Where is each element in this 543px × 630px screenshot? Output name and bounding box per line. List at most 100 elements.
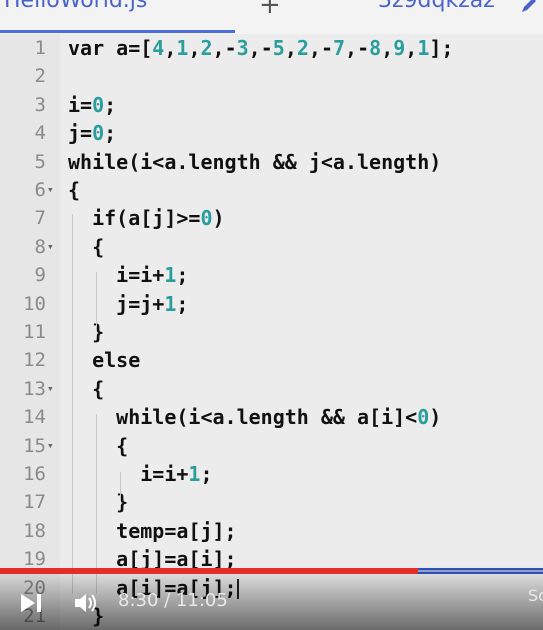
code-token: j=: [68, 121, 93, 146]
play-pause-icon[interactable]: [18, 590, 44, 616]
code-text: if(a[j]>=0): [68, 204, 225, 232]
code-token: }: [68, 320, 105, 344]
code-text: {: [68, 176, 80, 204]
code-text: var a=[4,1,2,-3,-5,2,-7,-8,9,1];: [68, 34, 453, 62]
code-token: {: [68, 433, 129, 458]
code-line[interactable]: 10 j=j+1;: [0, 290, 543, 318]
code-token: var a=[: [68, 36, 153, 60]
code-text: i=i+1;: [68, 261, 188, 289]
fold-toggle-icon[interactable]: ▾: [47, 233, 54, 261]
pencil-icon[interactable]: [518, 0, 540, 16]
code-token: ,: [188, 36, 201, 60]
line-number: 15: [23, 434, 46, 457]
tab-helloworld[interactable]: HelloWorld.js: [0, 0, 235, 33]
code-line[interactable]: 2: [0, 62, 543, 90]
line-number: 7: [34, 207, 46, 230]
code-token: ,: [284, 36, 297, 60]
fold-toggle-icon[interactable]: ▾: [47, 375, 54, 403]
code-token: ,: [405, 36, 418, 60]
code-token: ,-: [248, 36, 273, 60]
time-display: 8:30 / 11:05: [118, 590, 228, 611]
tab-label: HelloWorld.js: [4, 0, 148, 13]
code-token: ,: [381, 36, 394, 60]
line-number: 3: [34, 93, 46, 116]
line-number: 4: [34, 122, 46, 145]
code-line[interactable]: 3 i=0;: [0, 91, 543, 119]
code-line[interactable]: 7 if(a[j]>=0): [0, 204, 543, 232]
code-line[interactable]: 11 }: [0, 318, 543, 346]
number-literal: 0: [92, 121, 105, 146]
number-literal: 0: [417, 405, 430, 430]
code-token: ;: [176, 291, 189, 316]
code-token: ): [212, 206, 225, 231]
fold-toggle-icon[interactable]: ▾: [47, 432, 54, 460]
number-literal: 1: [188, 462, 201, 486]
code-line[interactable]: 4 j=0;: [0, 119, 543, 147]
tab-bar: HelloWorld.js + 3z9dqkzaz: [0, 0, 543, 34]
code-text: {: [68, 432, 128, 460]
line-number: 2: [34, 65, 46, 88]
code-text: temp=a[j];: [68, 517, 236, 545]
code-token: ];: [429, 36, 454, 60]
code-token: i=: [68, 92, 93, 117]
code-line[interactable]: 6 ▾ {: [0, 176, 543, 204]
code-token: ,-: [308, 36, 333, 60]
number-literal: 2: [296, 36, 309, 60]
volume-icon[interactable]: [72, 590, 100, 616]
code-line[interactable]: 17 }: [0, 488, 543, 516]
code-token: ,: [164, 36, 177, 60]
code-line[interactable]: 15 ▾ {: [0, 432, 543, 460]
code-text: i=0;: [68, 91, 116, 119]
code-text: j=0;: [68, 119, 116, 147]
code-text: {: [68, 375, 104, 403]
code-token: while(i<a.length && a[i]<: [68, 405, 418, 430]
number-literal: 0: [92, 92, 105, 117]
code-token: ;: [176, 263, 189, 288]
code-line[interactable]: 1 var a=[4,1,2,-3,-5,2,-7,-8,9,1];: [0, 34, 543, 62]
code-line[interactable]: 18 temp=a[j];: [0, 517, 543, 545]
code-line[interactable]: 13 ▾ {: [0, 375, 543, 403]
code-token: if(a[j]>=: [68, 206, 201, 231]
code-line[interactable]: 9 i=i+1;: [0, 261, 543, 289]
code-text: }: [68, 318, 104, 346]
progress-fill: [0, 568, 419, 574]
number-literal: 5: [272, 36, 285, 60]
code-line[interactable]: 16 i=i+1;: [0, 460, 543, 488]
line-number: 8: [34, 235, 46, 258]
line-number: 17: [23, 491, 46, 514]
code-token: ;: [104, 92, 117, 117]
code-line[interactable]: 12 else: [0, 346, 543, 374]
line-number: 10: [23, 292, 46, 315]
number-literal: 1: [164, 291, 177, 316]
fold-toggle-icon[interactable]: ▾: [47, 176, 54, 204]
code-text: i=i+1;: [68, 460, 212, 488]
share-id-link[interactable]: 3z9dqkzaz: [378, 0, 495, 13]
number-literal: 3: [236, 36, 249, 60]
code-token: i=i+: [68, 462, 189, 486]
code-text: {: [68, 233, 104, 261]
new-tab-button[interactable]: +: [259, 0, 281, 20]
code-token: i=i+: [68, 263, 165, 288]
line-number: 13: [23, 377, 46, 400]
code-line[interactable]: 8 ▾ {: [0, 233, 543, 261]
code-line[interactable]: 14 while(i<a.length && a[i]<0): [0, 403, 543, 431]
indent-guide: [120, 472, 121, 500]
code-token: ,-: [345, 36, 370, 60]
indent-guide: [96, 272, 97, 328]
number-literal: 2: [200, 36, 213, 60]
number-literal: 0: [200, 206, 213, 231]
code-line[interactable]: 5 while(i<a.length && j<a.length): [0, 148, 543, 176]
number-literal: 4: [152, 36, 165, 60]
code-editor[interactable]: 1 var a=[4,1,2,-3,-5,2,-7,-8,9,1]; 2 3 i=0; 4…: [0, 34, 543, 630]
subtitles-label[interactable]: Sc: [528, 586, 543, 605]
progress-bar[interactable]: [0, 568, 543, 574]
code-token: else: [68, 348, 141, 373]
line-number: 6: [34, 179, 46, 201]
code-token: while(i<a.length && j<a.length): [68, 149, 442, 174]
line-number: 5: [34, 150, 46, 173]
number-literal: 1: [164, 263, 177, 288]
line-number: 1: [34, 37, 46, 59]
line-number: 11: [23, 321, 46, 343]
line-number: 12: [23, 349, 46, 372]
code-token: ;: [104, 121, 117, 146]
